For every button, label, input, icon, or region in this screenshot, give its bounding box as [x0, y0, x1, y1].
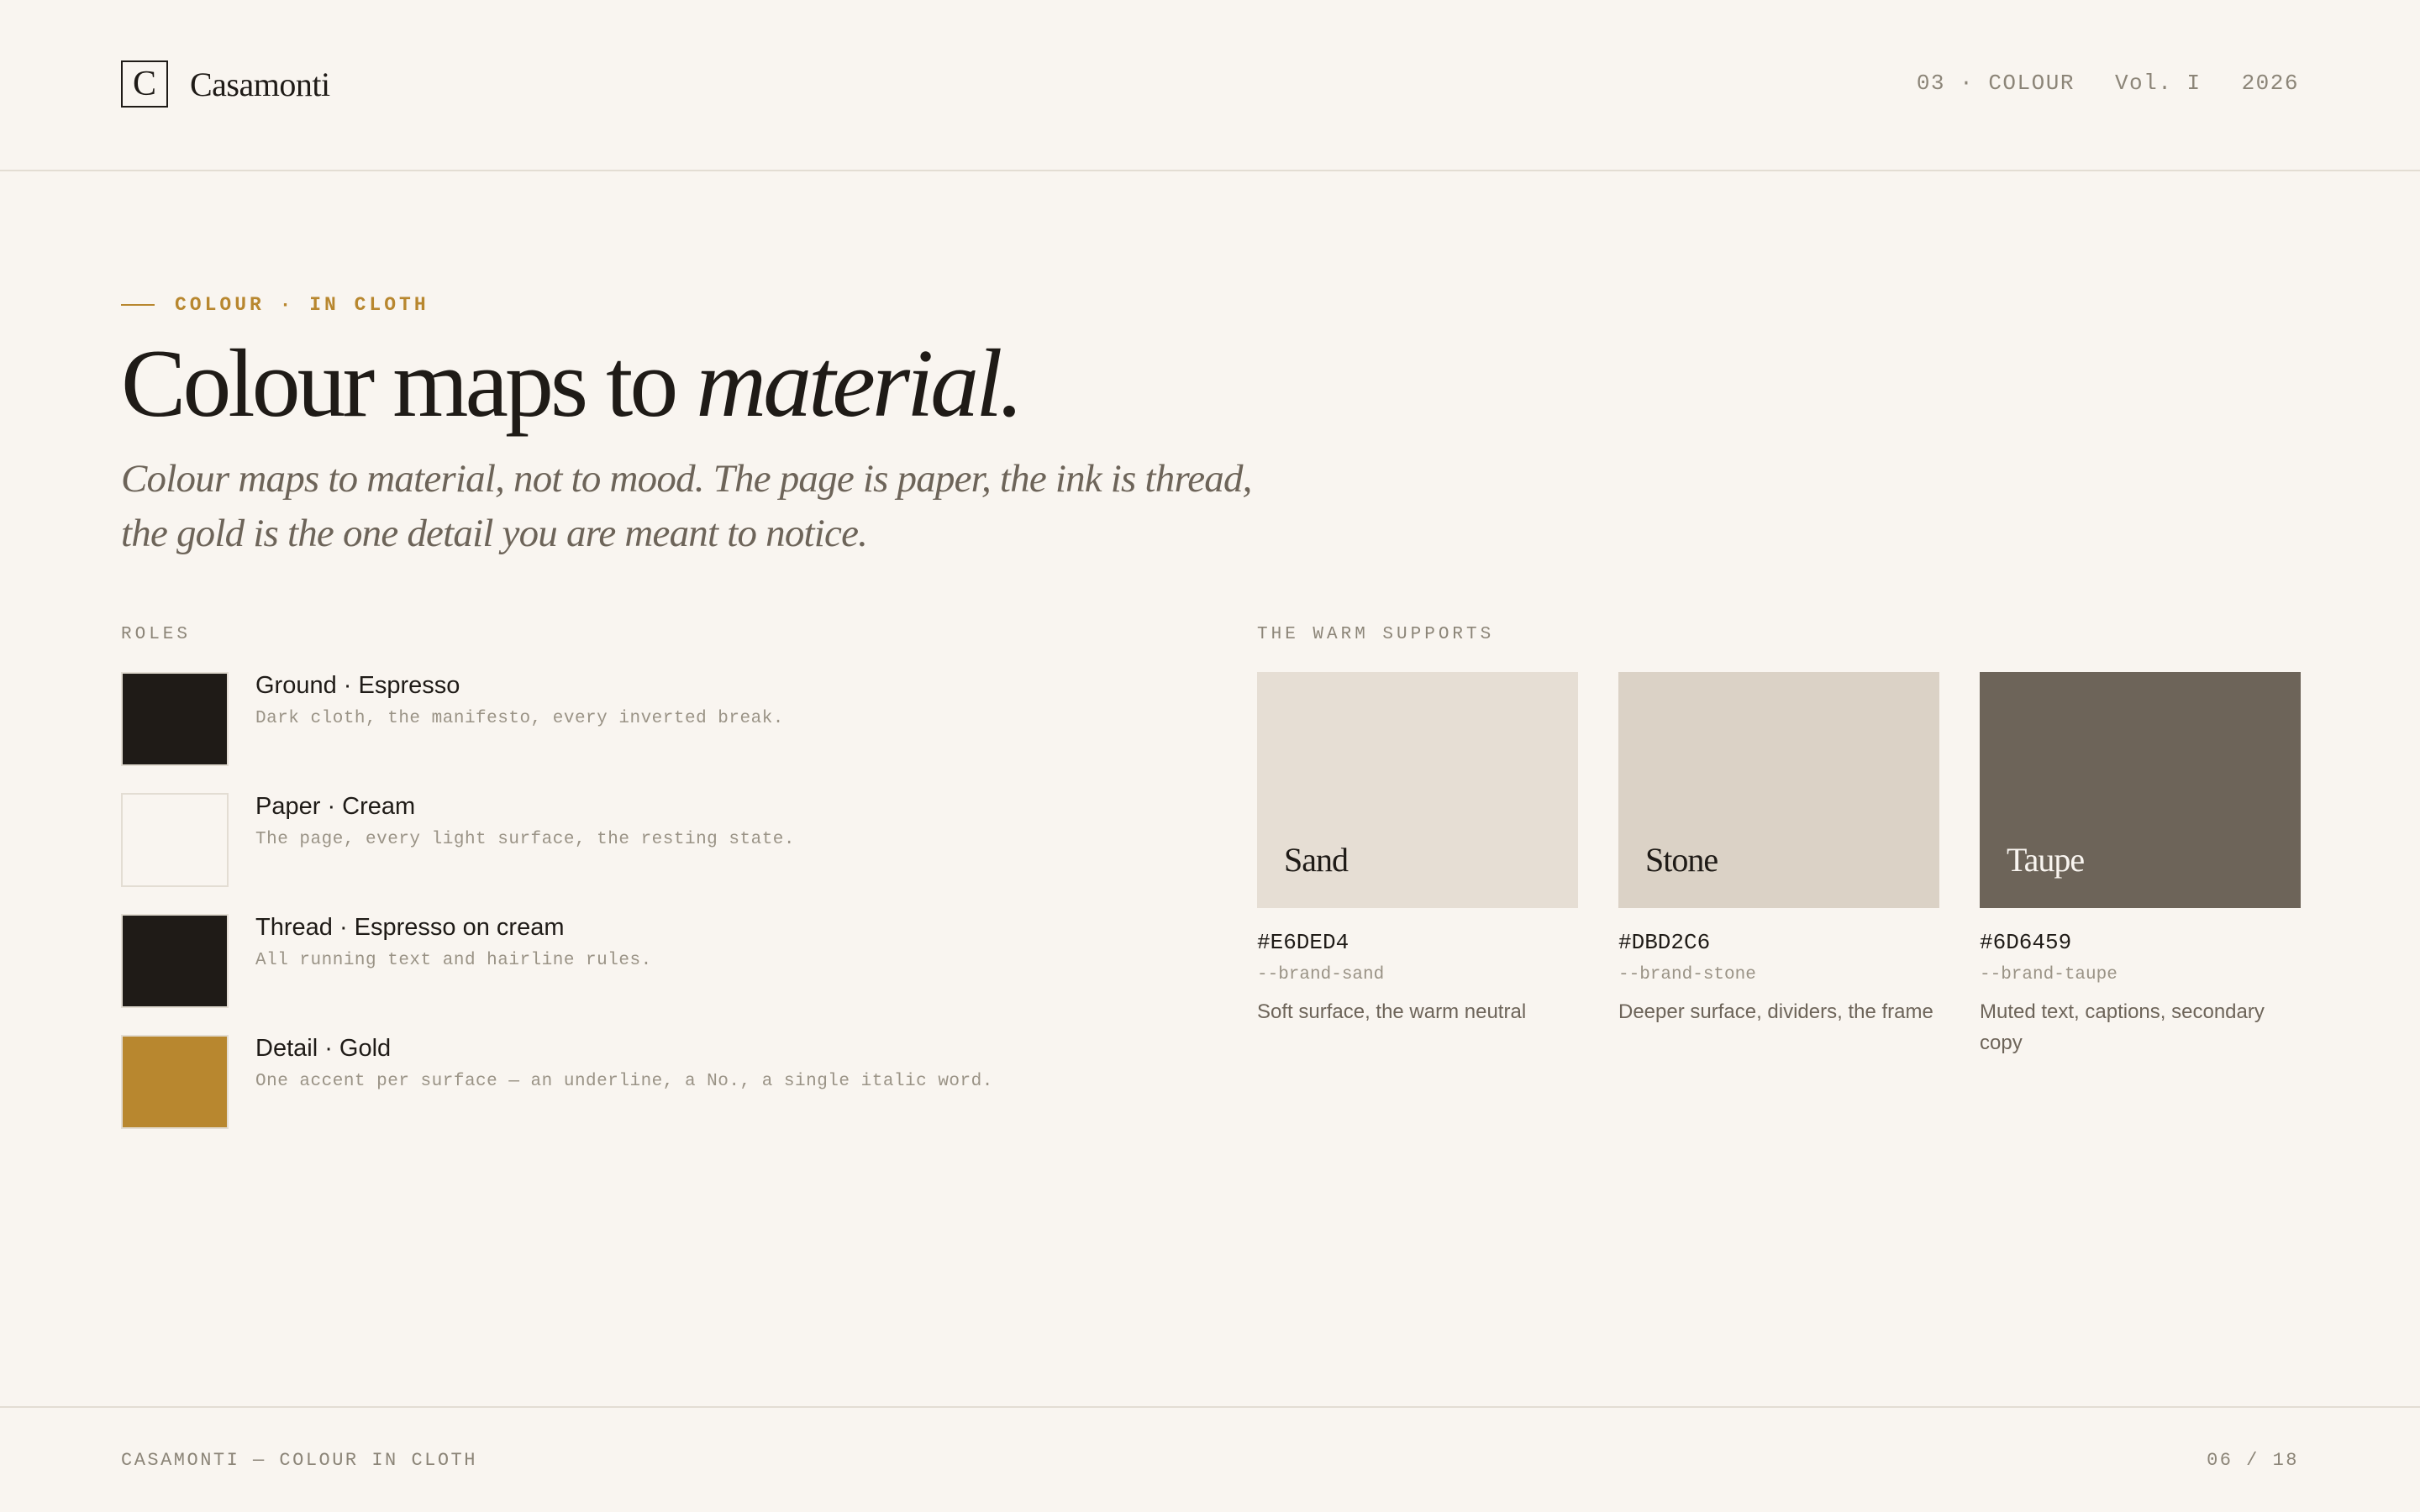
support-name: Sand: [1284, 841, 1349, 879]
roles-list: Ground · Espresso Dark cloth, the manife…: [121, 672, 1213, 1156]
role-swatch: [121, 672, 229, 766]
supports-label: THE WARM SUPPORTS: [1257, 625, 1495, 644]
supports-grid: Sand #E6DED4 --brand-sand Soft surface, …: [1257, 672, 2301, 1058]
brand-logo[interactable]: C Casamonti: [121, 60, 330, 108]
page-title: Colour maps to material.: [121, 329, 1023, 438]
role-name: Ground · Espresso: [255, 672, 460, 699]
support-description: Deeper surface, dividers, the frame: [1618, 1000, 1933, 1023]
role-item-paper: Paper · Cream The page, every light surf…: [121, 793, 1213, 914]
role-swatch: [121, 914, 229, 1008]
support-token: --brand-stone: [1618, 965, 1756, 984]
support-token: --brand-taupe: [1980, 965, 2118, 984]
support-hex: #6D6459: [1980, 930, 2072, 955]
support-description: Muted text, captions, secondary copy: [1980, 1000, 2265, 1054]
support-swatch: Sand: [1257, 672, 1578, 908]
eyebrow: COLOUR · IN CLOTH: [121, 294, 429, 316]
title-plain: Colour maps to: [121, 330, 697, 438]
page-number: 06 / 18: [2207, 1450, 2299, 1471]
role-name: Paper · Cream: [255, 793, 416, 820]
support-description: Soft surface, the warm neutral: [1257, 1000, 1527, 1023]
role-name: Thread · Espresso on cream: [255, 914, 565, 941]
page-footer: CASAMONTI — COLOUR IN CLOTH 06 / 18: [0, 1406, 2420, 1512]
role-description: Dark cloth, the manifesto, every inverte…: [255, 709, 784, 728]
title-italic: material.: [696, 330, 1023, 438]
logo-mark-icon: C: [121, 60, 168, 108]
volume-indicator: Vol. I: [2114, 71, 2202, 96]
eyebrow-text: COLOUR · IN CLOTH: [175, 294, 429, 316]
section-indicator: 03 · COLOUR: [1916, 71, 2075, 96]
role-description: One accent per surface — an underline, a…: [255, 1072, 993, 1091]
support-token: --brand-sand: [1257, 965, 1385, 984]
support-card-stone: Stone #DBD2C6 --brand-stone Deeper surfa…: [1618, 672, 1939, 1058]
support-hex: #DBD2C6: [1618, 930, 1711, 955]
support-name: Taupe: [2007, 841, 2085, 879]
role-item-ground: Ground · Espresso Dark cloth, the manife…: [121, 672, 1213, 793]
header-meta: 03 · COLOUR Vol. I 2026: [1917, 71, 2299, 96]
support-card-taupe: Taupe #6D6459 --brand-taupe Muted text, …: [1980, 672, 2301, 1058]
year-indicator: 2026: [2241, 71, 2299, 96]
support-swatch: Taupe: [1980, 672, 2301, 908]
footer-title: CASAMONTI — COLOUR IN CLOTH: [121, 1450, 477, 1471]
page-header: C Casamonti 03 · COLOUR Vol. I 2026: [0, 0, 2420, 171]
brand-name: Casamonti: [190, 65, 330, 103]
support-hex: #E6DED4: [1257, 930, 1349, 955]
role-item-thread: Thread · Espresso on cream All running t…: [121, 914, 1213, 1035]
role-item-detail: Detail · Gold One accent per surface — a…: [121, 1035, 1213, 1156]
role-swatch: [121, 1035, 229, 1129]
role-description: The page, every light surface, the resti…: [255, 830, 796, 849]
support-swatch: Stone: [1618, 672, 1939, 908]
eyebrow-rule: [121, 304, 155, 306]
role-description: All running text and hairline rules.: [255, 951, 652, 970]
roles-label: ROLES: [121, 625, 192, 644]
support-name: Stone: [1645, 841, 1718, 879]
role-name: Detail · Gold: [255, 1035, 392, 1062]
support-card-sand: Sand #E6DED4 --brand-sand Soft surface, …: [1257, 672, 1578, 1058]
role-swatch: [121, 793, 229, 887]
lede-paragraph: Colour maps to material, not to mood. Th…: [121, 457, 1252, 555]
